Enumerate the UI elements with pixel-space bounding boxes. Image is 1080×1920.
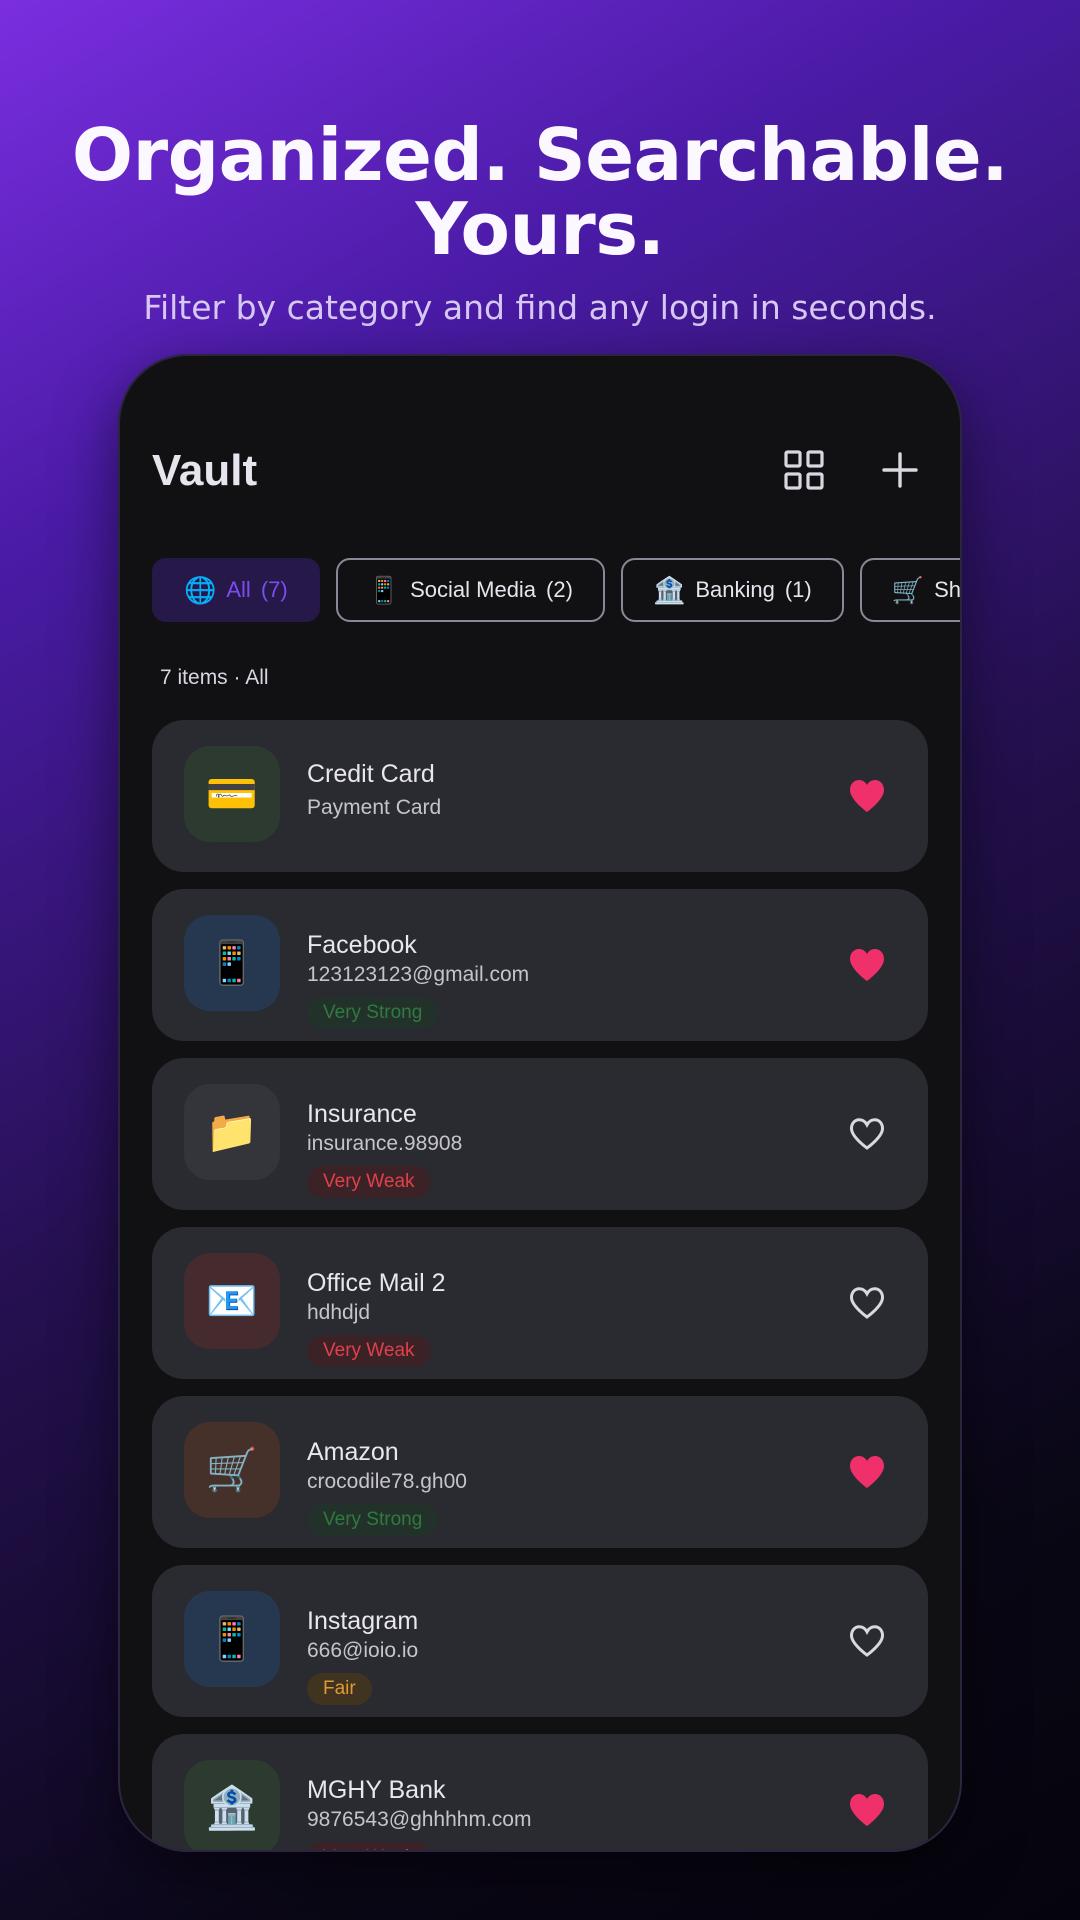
item-subtitle: insurance.98908 [307,1132,463,1155]
add-item-button[interactable] [878,448,922,492]
category-chip-count: (1) [784,577,812,602]
item-subtitle: 666@ioio.io [307,1639,419,1662]
item-category-icon: 🛒 [184,1422,280,1518]
favorite-filled-heart-icon[interactable] [848,1792,886,1828]
vault-item-card[interactable]: 📁 Insurance insurance.98908 Very Weak [152,1058,928,1210]
item-title: Instagram [307,1607,419,1635]
password-strength-badge: Very Weak [307,1335,431,1367]
vault-item-card[interactable]: 💳 Credit Card Payment Card [152,720,928,872]
favorite-filled-heart-icon[interactable] [848,778,886,814]
category-emoji-icon: 🛒 [891,574,925,605]
category-chip-shoppi[interactable]: 🛒 Shoppi [859,558,962,622]
category-emoji-icon: 📱 [367,574,401,605]
hero-title-line2: Yours. [415,187,665,271]
item-title: MGHY Bank [307,1776,446,1804]
vault-item-card[interactable]: 📱 Instagram 666@ioio.io Fair [152,1565,928,1717]
item-title: Office Mail 2 [307,1269,446,1297]
category-chip-social-media[interactable]: 📱 Social Media (2) [335,558,605,622]
category-chip-label: Shoppi [934,577,962,602]
password-strength-badge: Very Strong [307,997,439,1029]
category-chip-banking[interactable]: 🏦 Banking (1) [620,558,844,622]
item-category-icon: 📱 [184,1591,280,1687]
item-category-icon: 💳 [184,746,280,842]
favorite-outline-heart-icon[interactable] [848,1623,886,1659]
hero-title: Organized. Searchable. Yours. [0,118,1080,266]
favorite-outline-heart-icon[interactable] [848,1116,886,1152]
item-subtitle: Payment Card [307,796,442,819]
password-strength-badge: Fair [307,1673,372,1705]
item-category-icon: 📁 [184,1084,280,1180]
plus-icon [882,452,918,488]
item-subtitle: 123123123@gmail.com [307,963,530,986]
grid-view-icon [784,450,824,490]
item-title: Facebook [307,931,417,959]
category-filter-bar: 🌐 All (7) 📱 Social Media (2) 🏦 Banking (1) 🛒 Shopp… [152,558,962,622]
item-subtitle: 9876543@ghhhhm.com [307,1808,532,1831]
vault-item-card[interactable]: 🏦 MGHY Bank 9876543@ghhhhm.com Very Weak [152,1734,928,1850]
category-chip-count: (2) [546,577,573,602]
hero-subtitle: Filter by category and find any login in… [143,288,937,327]
item-title: Amazon [307,1438,399,1466]
favorite-filled-heart-icon[interactable] [848,947,886,983]
category-chip-label: Banking [695,577,775,602]
item-category-icon: 📱 [184,915,280,1011]
category-chip-count: (7) [260,577,288,602]
item-subtitle: crocodile78.gh00 [307,1470,467,1493]
password-strength-badge: Very Weak [307,1166,431,1198]
item-title: Credit Card [307,760,435,788]
category-emoji-icon: 🌐 [184,574,217,605]
vault-item-card[interactable]: 📧 Office Mail 2 hdhdjd Very Weak [152,1227,928,1379]
item-count-label: 7 items · All [160,666,269,689]
item-title: Insurance [307,1100,417,1128]
category-emoji-icon: 🏦 [652,574,686,605]
vault-item-card[interactable]: 🛒 Amazon crocodile78.gh00 Very Strong [152,1396,928,1548]
hero-title-line1: Organized. Searchable. [71,113,1009,197]
item-category-icon: 🏦 [184,1760,280,1850]
item-subtitle: hdhdjd [307,1301,371,1324]
category-chip-label: All [226,577,251,602]
favorite-filled-heart-icon[interactable] [848,1454,886,1490]
favorite-outline-heart-icon[interactable] [848,1285,886,1321]
page-title: Vault [152,446,258,495]
password-strength-badge: Very Strong [307,1504,439,1536]
vault-item-card[interactable]: 📱 Facebook 123123123@gmail.com Very Strong [152,889,928,1041]
item-category-icon: 📧 [184,1253,280,1349]
category-chip-all[interactable]: 🌐 All (7) [152,558,320,622]
grid-view-button[interactable] [782,448,826,492]
phone-frame: Vault 🌐 All (7) 📱 Social Media (2) 🏦 Banking (1)… [118,354,962,1852]
category-chip-label: Social Media [410,577,537,602]
password-strength-badge: Very Weak [307,1842,431,1850]
